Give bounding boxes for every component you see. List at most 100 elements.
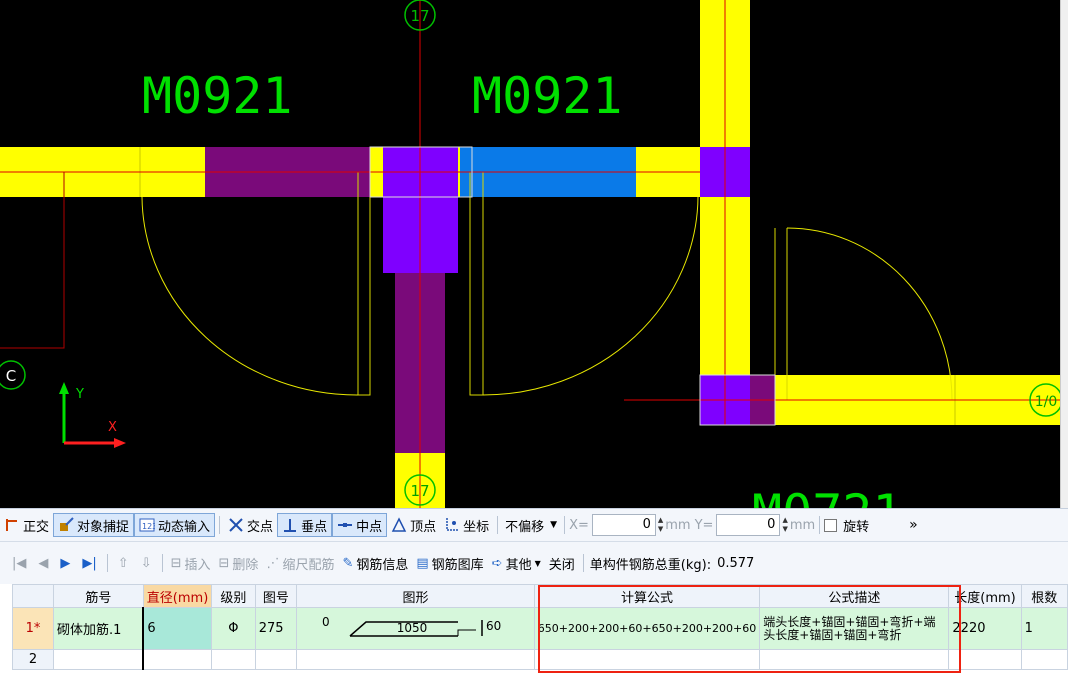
door-label[interactable]: M0921 [472,67,623,125]
floor-plan-drawing[interactable]: M0921 M0921 M0721 17 17 C 1/0 Y X [0,0,1060,508]
x-coordinate-input[interactable]: 0 [591,514,656,536]
svg-text:123: 123 [142,522,155,531]
cell-diameter[interactable] [142,649,213,670]
cell-shape[interactable]: 0 1050 60 [296,607,535,650]
column-header-count[interactable]: 根数 [1020,584,1068,608]
table-row[interactable]: 1* 砌体加筋.1 6 Φ 275 0 1050 60 650+200+200+… [12,607,1068,650]
cell-count[interactable]: 1 [1020,607,1068,650]
object-snap-button[interactable]: 对象捕捉 [53,513,135,537]
vertex-icon [391,517,407,533]
delete-button[interactable]: ⊟ 删除 [215,551,263,575]
chevron-down-icon: ▼ [534,558,541,568]
toolbar-divider [219,516,221,534]
cell-diameter[interactable]: 6 [142,607,213,650]
cell-length[interactable] [948,649,1022,670]
rebar-library-icon: ▤ [416,555,429,571]
move-up-icon[interactable]: ⇧ [118,556,129,571]
row-header-corner [12,584,54,608]
midpoint-icon [337,517,353,533]
last-record-icon[interactable]: ▶| [82,556,96,571]
cad-drawing-canvas[interactable]: M0921 M0921 M0721 17 17 C 1/0 Y X [0,0,1060,508]
rebar-shape-drawing: 0 1050 60 [322,615,501,637]
rebar-info-button[interactable]: ✎ 钢筋信息 [338,551,412,575]
cell-bar-no[interactable] [52,649,144,670]
cell-count[interactable] [1020,649,1068,670]
perpendicular-label: 垂点 [301,519,328,535]
row-header[interactable]: 2 [12,649,54,670]
rebar-grid-toolbar: |◀ ◀ ▶ ▶| ⇧ ⇩ ⊟ 插入 ⊟ 删除 ⋰ 缩尺配筋 ✎ 钢筋信息 ▤ … [0,542,1068,584]
cell-formula-desc[interactable] [759,649,950,670]
cell-grade[interactable]: Φ [211,607,256,650]
vertex-snap-button[interactable]: 顶点 [387,513,440,537]
close-button[interactable]: 关闭 [545,551,579,575]
rebar-library-label: 钢筋图库 [431,557,484,573]
column-header-shape[interactable]: 图形 [296,584,535,608]
delete-icon: ⊟ [218,555,230,571]
x-unit-label: mm [665,517,691,533]
toolbar-divider [819,516,821,534]
toolbar-overflow-button[interactable]: » [909,517,918,533]
column-header-formula-desc[interactable]: 公式描述 [759,584,950,608]
cell-shape[interactable] [296,649,535,670]
other-icon: ➪ [491,555,503,571]
perpendicular-icon [282,517,298,533]
table-row[interactable]: 2 [12,649,1068,670]
offset-mode-select[interactable]: 不偏移 ▼ [502,514,560,536]
object-snap-label: 对象捕捉 [77,519,130,535]
midpoint-snap-button[interactable]: 中点 [332,513,388,537]
door-label[interactable]: M0921 [142,67,293,125]
row-header[interactable]: 1* [12,607,54,650]
column-header-diameter[interactable]: 直径(mm) [142,584,213,608]
previous-record-icon[interactable]: ◀ [38,556,48,571]
vertex-label: 顶点 [410,519,437,535]
cell-bar-no[interactable]: 砌体加筋.1 [52,607,144,650]
dynamic-input-button[interactable]: 123 动态输入 [134,513,216,537]
ortho-button[interactable]: 正交 [0,513,53,537]
snap-brush-icon [58,517,74,533]
column-header-length[interactable]: 长度(mm) [948,584,1022,608]
rebar-library-button[interactable]: ▤ 钢筋图库 [412,551,487,575]
x-spinner[interactable]: ▲ ▼ [658,516,663,534]
scale-rebar-button[interactable]: ⋰ 缩尺配筋 [262,551,338,575]
coordinate-snap-button[interactable]: 坐标 [440,513,493,537]
door-label[interactable]: M0721 [752,484,903,508]
axis-bubble[interactable]: C [0,360,26,390]
column-header-shape-no[interactable]: 图号 [254,584,298,608]
scale-rebar-label: 缩尺配筋 [282,557,335,573]
cell-shape-no[interactable]: 275 [254,607,298,650]
column-header-formula[interactable]: 计算公式 [533,584,761,608]
move-down-icon[interactable]: ⇩ [141,556,152,571]
column-header-grade[interactable]: 级别 [211,584,256,608]
cell-formula[interactable] [533,649,761,670]
svg-text:60: 60 [486,619,501,633]
y-unit-label: mm [789,517,816,533]
y-label: Y= [694,517,714,533]
column-header-bar-no[interactable]: 筋号 [52,584,144,608]
cell-formula-desc[interactable]: 端头长度+锚固+锚固+弯折+端头长度+锚固+锚固+弯折 [759,607,950,650]
cell-grade[interactable] [211,649,256,670]
perpendicular-snap-button[interactable]: 垂点 [277,513,333,537]
cell-shape-no[interactable] [254,649,298,670]
intersection-label: 交点 [247,519,274,535]
toolbar-divider [161,554,163,572]
first-record-icon[interactable]: |◀ [12,556,26,571]
svg-text:C: C [6,367,16,385]
dynamic-input-label: 动态输入 [158,519,211,535]
rebar-grid: 筋号 直径(mm) 级别 图号 图形 计算公式 公式描述 长度(mm) 根数 1… [0,584,1068,700]
insert-button[interactable]: ⊟ 插入 [167,551,215,575]
table-header-row: 筋号 直径(mm) 级别 图号 图形 计算公式 公式描述 长度(mm) 根数 [12,584,1068,608]
intersection-snap-button[interactable]: 交点 [224,513,277,537]
other-menu-button[interactable]: ➪ 其他 ▼ [488,551,545,575]
y-spinner[interactable]: ▲ ▼ [782,516,787,534]
svg-text:0: 0 [322,615,330,629]
svg-text:X: X [108,420,117,435]
cell-formula[interactable]: 650+200+200+60+650+200+200+60 [533,607,761,650]
next-record-icon[interactable]: ▶ [60,556,70,571]
rotate-checkbox[interactable] [824,518,838,532]
cell-length[interactable]: 2220 [948,607,1022,650]
other-label: 其他 [505,557,532,573]
ucs-axis-icon: Y X [59,382,126,448]
vertical-scrollbar[interactable] [1060,0,1068,508]
svg-text:17: 17 [410,7,429,25]
y-coordinate-input[interactable]: 0 [716,514,781,536]
